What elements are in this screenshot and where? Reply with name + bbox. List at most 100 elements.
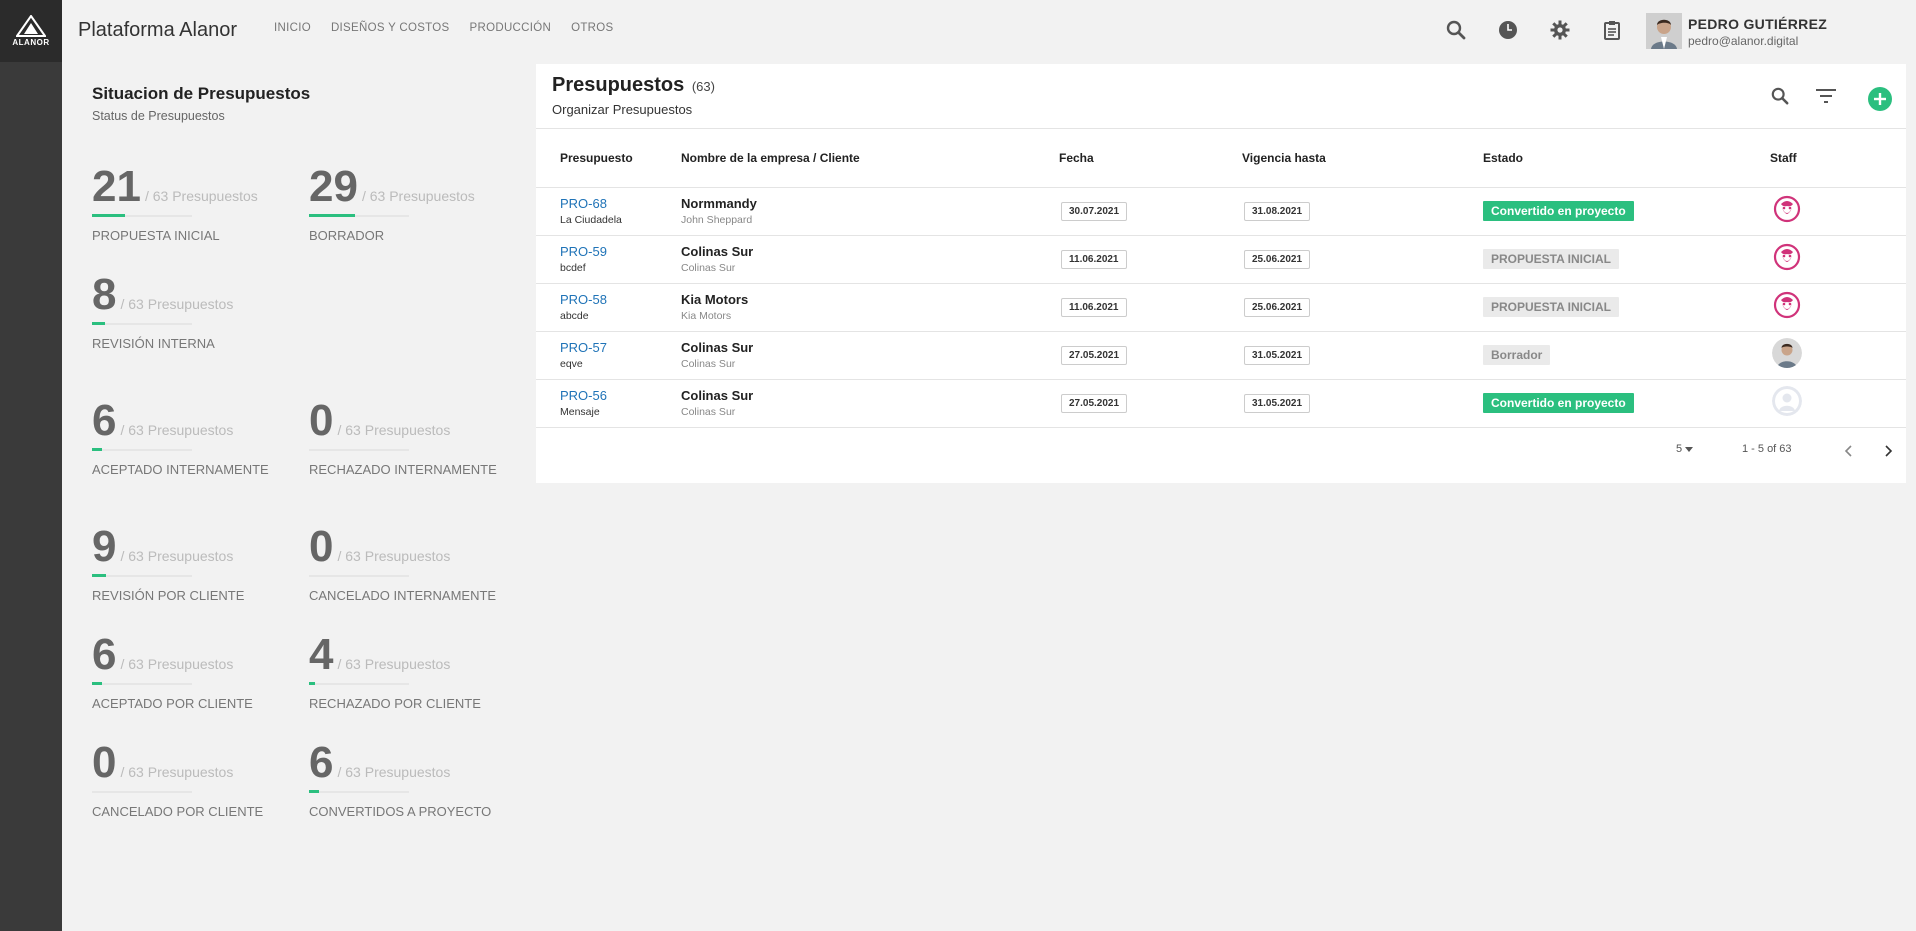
- search-icon[interactable]: [1768, 84, 1792, 108]
- budget-code-link[interactable]: PRO-57: [560, 340, 681, 355]
- nav-produccion[interactable]: PRODUCCIÓN: [470, 22, 552, 34]
- cell-presupuesto: PRO-56 Mensaje: [536, 379, 681, 428]
- cell-vigencia: 31.05.2021: [1242, 379, 1483, 428]
- cell-estado: Convertido en proyecto: [1483, 187, 1770, 236]
- cell-staff: [1770, 331, 1906, 380]
- budget-code-link[interactable]: PRO-56: [560, 388, 681, 403]
- staff-photo-avatar[interactable]: [1772, 337, 1802, 368]
- nav-otros[interactable]: OTROS: [571, 22, 613, 34]
- stat-progress: [309, 682, 409, 685]
- company-name: Colinas Sur: [681, 388, 754, 403]
- cell-staff: [1770, 379, 1906, 428]
- budgets-title-text: Presupuestos: [552, 74, 685, 96]
- table-row[interactable]: PRO-59 bcdef Colinas Sur Colinas Sur 11.06.2…: [536, 235, 1906, 284]
- clipboard-icon[interactable]: [1600, 18, 1624, 42]
- valid-until-chip: 31.08.2021: [1244, 202, 1311, 221]
- page-size-value: 5: [1676, 443, 1683, 455]
- stat-label: REVISIÓN POR CLIENTE: [92, 588, 245, 603]
- stat-progress-fill: [92, 448, 102, 451]
- staff-logo-avatar[interactable]: [1772, 241, 1802, 272]
- cell-empresa: Colinas Sur Colinas Sur: [681, 331, 1059, 380]
- cell-empresa: Kia Motors Kia Motors: [681, 283, 1059, 332]
- cell-estado: PROPUESTA INICIAL: [1483, 283, 1770, 332]
- add-budget-button[interactable]: [1868, 87, 1892, 111]
- date-chip: 27.05.2021: [1061, 346, 1128, 365]
- company-name: Kia Motors: [681, 292, 749, 307]
- stat-progress: [309, 214, 409, 217]
- stat-value: 0: [92, 738, 117, 787]
- col-staff[interactable]: Staff: [1770, 129, 1906, 188]
- stat-total: / 63 Presupuestos: [337, 548, 451, 564]
- staff-logo-avatar[interactable]: [1772, 193, 1802, 224]
- status-stat: 0/ 63 Presupuestos RECHAZADO INTERNAMENTE: [309, 399, 509, 479]
- stat-progress-fill: [309, 682, 316, 685]
- stat-progress: [92, 791, 192, 793]
- user-avatar[interactable]: [1646, 13, 1682, 49]
- logo-text: ALANOR: [12, 38, 50, 47]
- col-empresa-cliente[interactable]: Nombre de la empresa / Cliente: [681, 129, 1059, 188]
- stat-progress-fill: [309, 214, 355, 217]
- status-stat: 6/ 63 Presupuestos ACEPTADO POR CLIENTE: [92, 633, 292, 713]
- table-row[interactable]: PRO-68 La Ciudadela Normmandy John Sheppard…: [536, 187, 1906, 236]
- valid-until-chip: 25.06.2021: [1244, 250, 1311, 269]
- page-size-select[interactable]: 5: [1676, 443, 1694, 455]
- cell-fecha: 30.07.2021: [1059, 187, 1242, 236]
- stat-label: ACEPTADO INTERNAMENTE: [92, 462, 269, 477]
- stat-value: 29: [309, 162, 358, 211]
- cell-staff: [1770, 187, 1906, 236]
- stat-label: CANCELADO INTERNAMENTE: [309, 588, 497, 603]
- col-vigencia[interactable]: Vigencia hasta: [1242, 129, 1483, 188]
- table-row[interactable]: PRO-57 eqve Colinas Sur Colinas Sur 27.05.20…: [536, 331, 1906, 380]
- gear-icon[interactable]: [1548, 18, 1572, 42]
- stat-progress: [92, 682, 192, 685]
- stat-value: 4: [309, 630, 334, 679]
- stat-progress-fill: [92, 682, 102, 685]
- stat-value: 6: [92, 396, 117, 445]
- user-email: pedro@alanor.digital: [1688, 34, 1799, 48]
- clock-icon[interactable]: [1496, 18, 1520, 42]
- stat-total: / 63 Presupuestos: [337, 656, 451, 672]
- user-name: PEDRO GUTIÉRREZ: [1688, 16, 1828, 32]
- search-icon[interactable]: [1444, 18, 1468, 42]
- main-nav: INICIO DISEÑOS Y COSTOS PRODUCCIÓN OTROS: [274, 22, 614, 34]
- stat-total: / 63 Presupuestos: [361, 188, 475, 204]
- status-badge: Convertido en proyecto: [1483, 201, 1634, 221]
- next-page-button[interactable]: [1878, 440, 1900, 462]
- status-badge: PROPUESTA INICIAL: [1483, 249, 1620, 269]
- budgets-table: Presupuesto Nombre de la empresa / Clien…: [536, 129, 1906, 428]
- stat-label: CANCELADO POR CLIENTE: [92, 804, 264, 819]
- stat-progress: [309, 449, 409, 451]
- stat-total: / 63 Presupuestos: [337, 764, 451, 780]
- date-chip: 11.06.2021: [1061, 250, 1127, 269]
- budget-code-link[interactable]: PRO-58: [560, 292, 681, 307]
- budget-code-link[interactable]: PRO-68: [560, 196, 681, 211]
- budget-code-link[interactable]: PRO-59: [560, 244, 681, 259]
- nav-disenos-costos[interactable]: DISEÑOS Y COSTOS: [331, 22, 450, 34]
- col-fecha[interactable]: Fecha: [1059, 129, 1242, 188]
- stat-value: 6: [309, 738, 334, 787]
- filter-icon[interactable]: [1814, 84, 1838, 108]
- page-range: 1 - 5 of 63: [1742, 443, 1792, 455]
- staff-logo-avatar[interactable]: [1772, 289, 1802, 320]
- nav-inicio[interactable]: INICIO: [274, 22, 311, 34]
- cell-empresa: Normmandy John Sheppard: [681, 187, 1059, 236]
- prev-page-button[interactable]: [1837, 440, 1859, 462]
- cell-empresa: Colinas Sur Colinas Sur: [681, 235, 1059, 284]
- cell-fecha: 11.06.2021: [1059, 235, 1242, 284]
- client-name: John Sheppard: [681, 214, 753, 226]
- stat-label: PROPUESTA INICIAL: [92, 228, 220, 243]
- status-badge: Convertido en proyecto: [1483, 393, 1634, 413]
- col-estado[interactable]: Estado: [1483, 129, 1770, 188]
- cell-vigencia: 31.08.2021: [1242, 187, 1483, 236]
- top-bar: Plataforma Alanor INICIO DISEÑOS Y COSTO…: [62, 0, 1916, 62]
- staff-placeholder-avatar[interactable]: [1772, 385, 1802, 416]
- budget-name: Mensaje: [560, 406, 600, 418]
- stat-progress: [92, 214, 192, 217]
- status-badge: PROPUESTA INICIAL: [1483, 297, 1620, 317]
- col-presupuesto[interactable]: Presupuesto: [536, 129, 681, 188]
- brand-logo[interactable]: ALANOR: [0, 0, 62, 62]
- table-row[interactable]: PRO-58 abcde Kia Motors Kia Motors 11.06.202…: [536, 283, 1906, 332]
- table-row[interactable]: PRO-56 Mensaje Colinas Sur Colinas Sur 27.05…: [536, 379, 1906, 428]
- stat-value: 9: [92, 522, 117, 571]
- cell-presupuesto: PRO-68 La Ciudadela: [536, 187, 681, 236]
